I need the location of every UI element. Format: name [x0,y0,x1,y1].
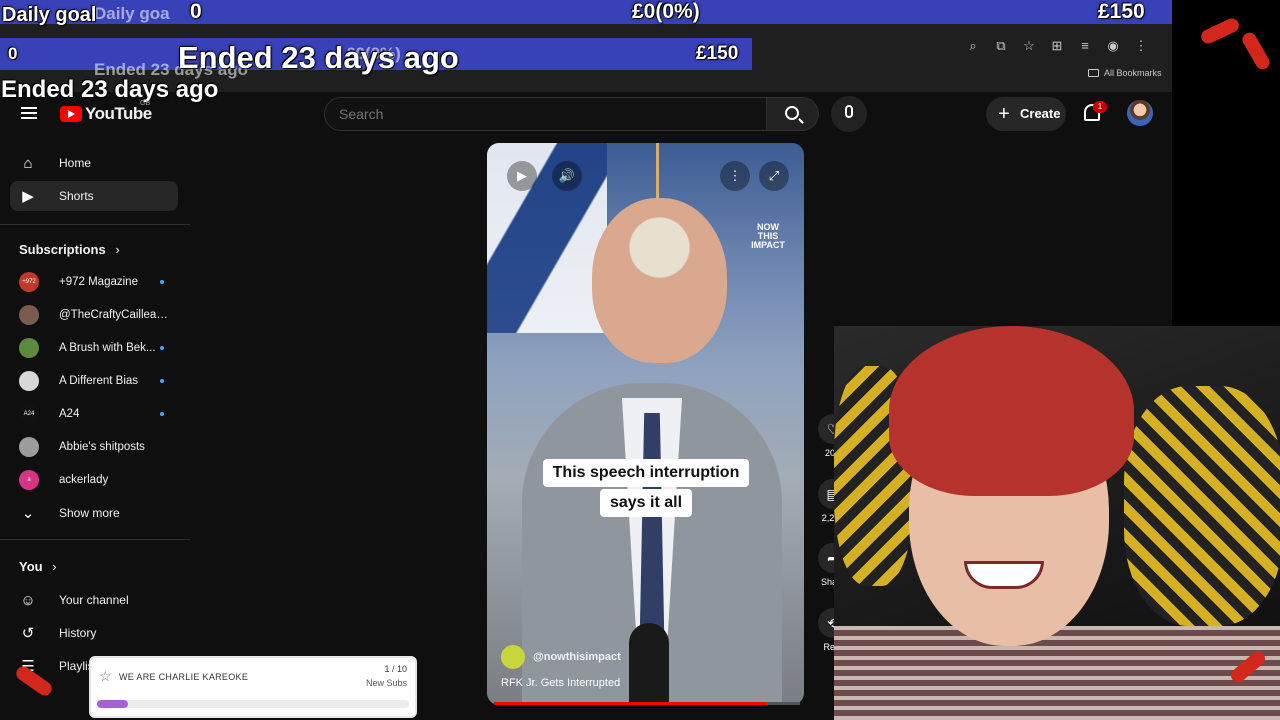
video-caption: This speech interruption says it all [531,459,761,517]
guide-menu-icon[interactable] [21,107,37,119]
account-avatar[interactable] [1127,100,1153,126]
voice-search-button[interactable] [831,96,867,132]
subscription-name: A24 [59,408,80,420]
webcam-scarf-right [1124,386,1280,626]
goal-ended: Ended 23 days ago [1,76,219,103]
media-controls-icon[interactable]: ≡ [1078,38,1092,54]
subscription-item[interactable]: A Brush with Bek... [19,337,179,359]
sidebar-divider [0,224,190,225]
channel-avatar [19,305,39,325]
subscription-name: ackerlady [59,474,109,486]
channel-avatar [19,437,39,457]
sub-goal-progress-fill [97,700,129,708]
speaker-head [592,198,727,363]
sidebar-item-history[interactable]: ↺ History [10,618,178,648]
chevron-down-icon: ⌄ [21,505,35,522]
plus-icon: + [998,103,1010,125]
subscription-item[interactable]: @TheCraftyCailleac... [19,304,179,326]
youtube-logo-icon[interactable] [60,106,82,122]
you-heading[interactable]: You › [19,559,57,574]
new-content-dot [160,379,164,383]
sub-goal-progress-track [97,700,409,708]
goal-target: £150 [1098,0,1145,23]
sidebar-item-shorts[interactable]: ▶ Shorts [10,181,178,211]
browser-menu-icon[interactable]: ⋮ [1134,38,1148,54]
goal-target-mid: £150 [696,43,739,64]
play-icon[interactable]: ▶ [507,161,537,191]
goal-current-mid: 0 [8,44,18,63]
sub-goal-widget: ☆ WE ARE CHARLIE KAREOKE 1 / 10 New Subs [89,656,417,718]
show-more-button[interactable]: ⌄ Show more [10,498,178,528]
youtube-wordmark[interactable]: YouTube [85,104,152,124]
subscription-item[interactable]: A Different Bias [19,370,179,392]
goal-overlay-top-bar [0,0,1172,24]
streamer-webcam [834,326,1280,720]
goal-ghost-title: Daily goa [94,4,170,23]
volume-icon[interactable]: 🔊 [552,161,582,191]
chevron-right-icon: › [52,559,57,574]
subscription-item[interactable]: Abbie's shitposts [19,436,179,458]
new-content-dot [160,280,164,284]
home-icon: ⌂ [23,154,33,172]
subscription-name: Abbie's shitposts [59,441,145,453]
webcam-shirt [834,626,1280,720]
zoom-icon[interactable]: ⌕ [966,38,980,54]
video-progress-bar[interactable] [494,702,800,705]
extensions-icon[interactable]: ⊞ [1050,38,1064,54]
shorts-icon: ▶ [22,188,34,205]
subscription-item[interactable]: a ackerlady [19,469,179,491]
channel-avatar [19,371,39,391]
flag-background [487,143,607,333]
microphone-icon [845,105,853,118]
channel-avatar[interactable] [501,645,525,669]
shorts-player[interactable]: NOW THIS IMPACT ▶ 🔊 ⋮ ⤢ This speech inte… [487,143,804,705]
channel-avatar: A24 [19,404,39,424]
subscription-name: +972 Magazine [59,276,138,288]
history-icon: ↺ [21,625,35,642]
podium-microphone [629,623,669,705]
folder-icon [1088,69,1099,77]
subscription-item[interactable]: A24 A24 [19,403,179,425]
chevron-right-icon: › [115,242,120,257]
browser-toolbar-icons: ⌕ ⧉ ☆ ⊞ ≡ ◉ ⋮ [966,38,1148,54]
fullscreen-icon[interactable]: ⤢ [759,161,789,191]
goal-ended-large: Ended 23 days ago [178,40,459,75]
sidebar-item-home[interactable]: ⌂ Home [10,148,178,178]
channel-avatar: +972 [19,272,39,292]
search-input[interactable] [324,97,767,131]
goal-current: 0 [190,0,202,23]
channel-avatar: a [19,470,39,490]
channel-watermark: NOW THIS IMPACT [751,222,785,250]
star-icon: ☆ [99,668,112,684]
short-channel[interactable]: @nowthisimpact [501,645,621,669]
install-app-icon[interactable]: ⧉ [994,38,1008,54]
region-code: GB [140,100,151,107]
goal-title: Daily goal [2,4,97,26]
create-button[interactable]: + Create [986,97,1066,131]
search-button[interactable] [767,97,819,131]
channel-icon: ☺ [20,591,36,609]
goal-percent: £0(0%) [632,0,700,23]
profile-icon[interactable]: ◉ [1106,38,1120,54]
channel-avatar [19,338,39,358]
video-progress-fill [494,702,767,705]
subscriptions-heading[interactable]: Subscriptions › [19,242,120,257]
sidebar-item-your-channel[interactable]: ☺ Your channel [10,585,178,615]
subscription-name: @TheCraftyCailleac... [59,309,169,321]
webcam-hair [889,326,1134,496]
search-icon [785,106,799,120]
more-options-icon[interactable]: ⋮ [720,161,750,191]
notification-badge: 1 [1093,101,1107,113]
short-title[interactable]: RFK Jr. Gets Interrupted [501,677,620,689]
new-content-dot [160,412,164,416]
new-content-dot [160,346,164,350]
sidebar-divider [0,539,190,540]
subscription-name: A Different Bias [59,375,139,387]
subscription-item[interactable]: +972 +972 Magazine [19,271,179,293]
all-bookmarks[interactable]: All Bookmarks [1088,68,1162,78]
bookmark-star-icon[interactable]: ☆ [1022,38,1036,54]
subscription-name: A Brush with Bek... [59,342,156,354]
